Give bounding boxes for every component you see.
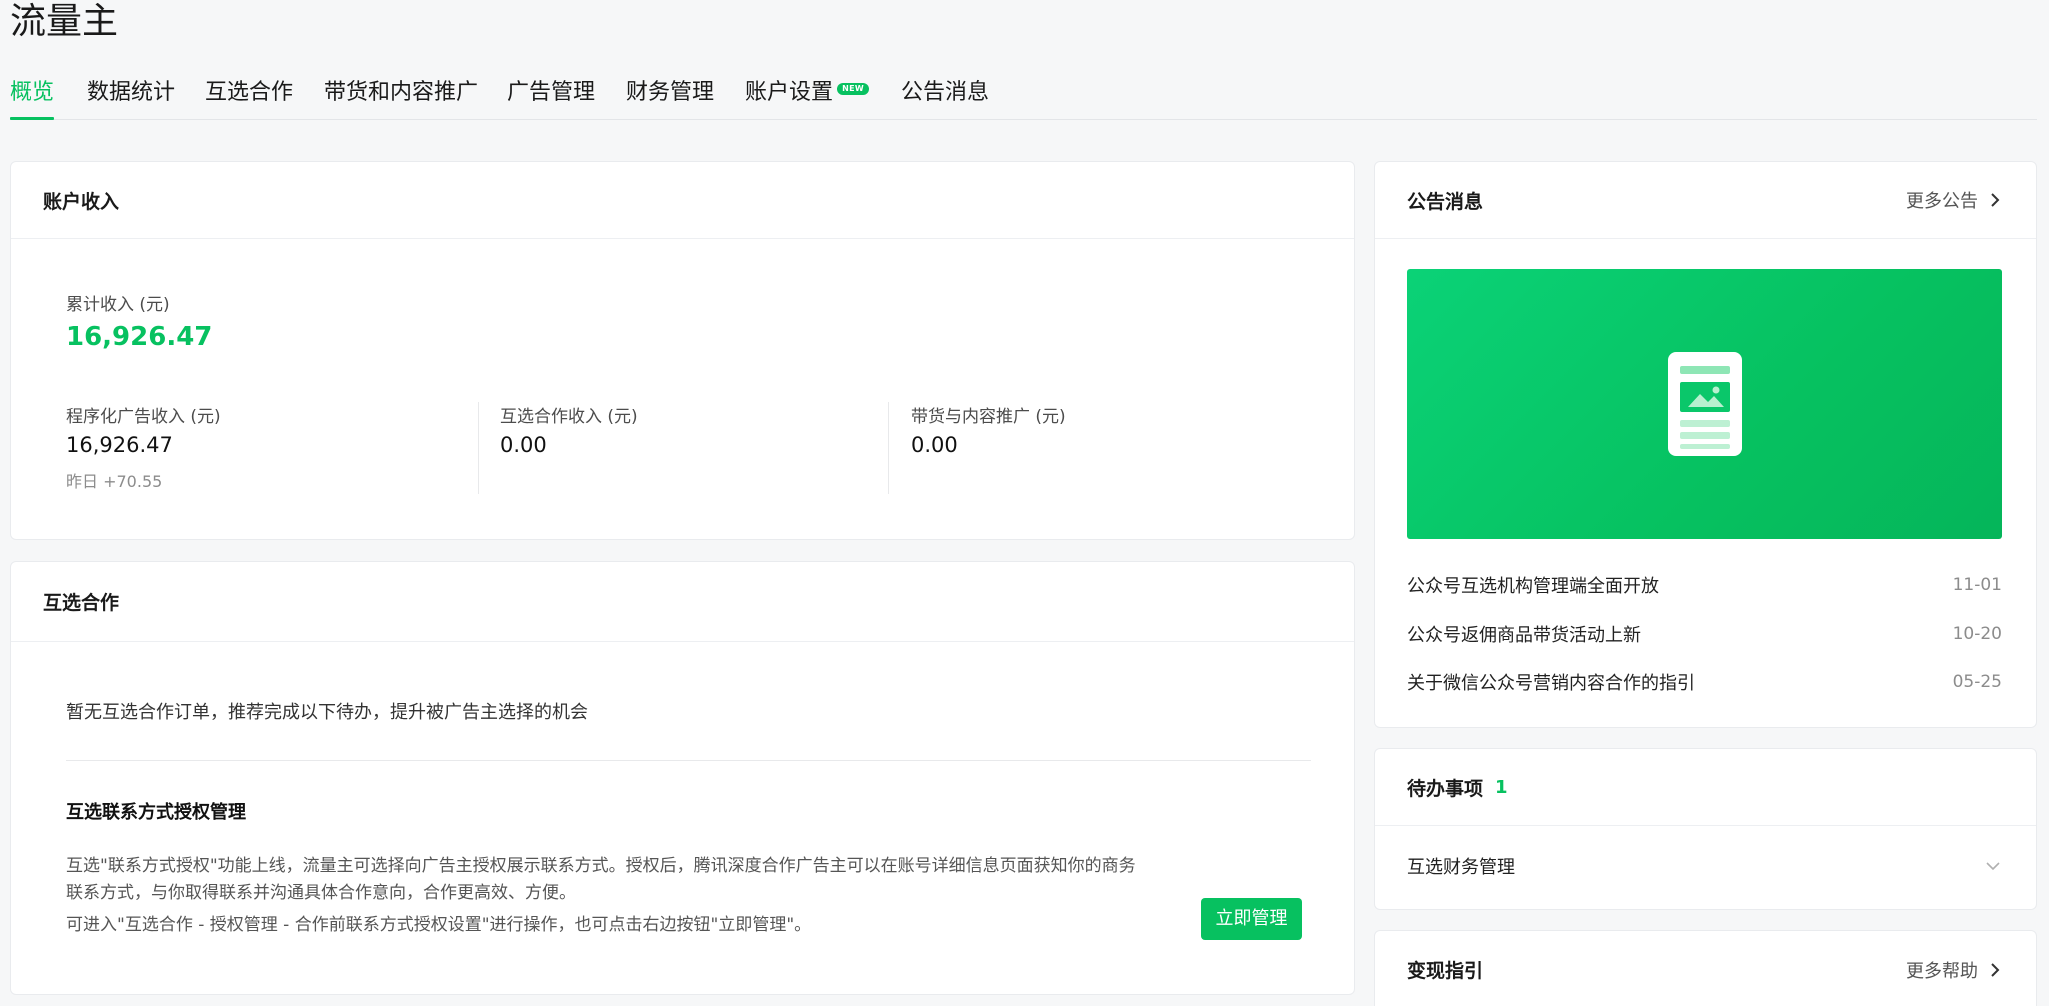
announcements-card-header: 公告消息 更多公告 xyxy=(1375,162,2036,239)
tab-ad-management[interactable]: 广告管理 xyxy=(507,75,595,120)
todo-item-label: 互选财务管理 xyxy=(1407,857,1515,878)
cooperation-card-title: 互选合作 xyxy=(43,592,120,614)
income-card-title: 账户收入 xyxy=(43,190,120,213)
tab-data-statistics[interactable]: 数据统计 xyxy=(87,75,175,120)
divider xyxy=(478,402,479,494)
tab-sales-promotion[interactable]: 带货和内容推广 xyxy=(324,75,478,120)
yesterday-change: 昨日 +70.55 xyxy=(66,472,163,491)
announcement-banner[interactable] xyxy=(1407,269,2002,539)
task-title: 互选联系方式授权管理 xyxy=(66,802,246,823)
more-help-link[interactable]: 更多帮助 xyxy=(1906,957,2004,983)
new-badge: NEW xyxy=(837,83,870,95)
announcement-date: 05-25 xyxy=(1952,672,2002,692)
guide-card-title: 变现指引 xyxy=(1407,960,1484,982)
chevron-down-icon xyxy=(1986,862,2000,871)
todo-card-header: 待办事项 1 xyxy=(1375,749,2036,826)
more-announcements-link[interactable]: 更多公告 xyxy=(1906,187,2004,213)
programmatic-ad-income-label: 程序化广告收入 (元) xyxy=(66,407,221,427)
announcement-title: 公众号返佣商品带货活动上新 xyxy=(1407,625,1641,646)
announcement-item[interactable]: 关于微信公众号营销内容合作的指引 05-25 xyxy=(1407,667,2002,697)
task-desc-line3: 可进入"互选合作 - 授权管理 - 合作前联系方式授权设置"进行操作，也可点击右… xyxy=(66,915,812,935)
announcement-title: 关于微信公众号营销内容合作的指引 xyxy=(1407,673,1695,694)
todo-item[interactable]: 互选财务管理 xyxy=(1407,849,2002,883)
chevron-right-icon xyxy=(1991,193,2000,207)
top-nav: 概览 数据统计 互选合作 带货和内容推广 广告管理 财务管理 账户设置 NEW … xyxy=(10,75,2037,120)
guide-card: 变现指引 更多帮助 xyxy=(1374,930,2037,1006)
income-card-header: 账户收入 xyxy=(11,162,1354,239)
cooperation-empty-text: 暂无互选合作订单，推荐完成以下待办，提升被广告主选择的机会 xyxy=(66,702,588,723)
tab-account-settings[interactable]: 账户设置 NEW xyxy=(745,75,870,120)
sales-promotion-income-label: 带货与内容推广 (元) xyxy=(911,407,1066,427)
guide-card-header: 变现指引 更多帮助 xyxy=(1375,931,2036,1006)
announcement-title: 公众号互选机构管理端全面开放 xyxy=(1407,576,1659,597)
more-help-label: 更多帮助 xyxy=(1906,960,1978,982)
more-announcements-label: 更多公告 xyxy=(1906,191,1978,212)
tab-account-settings-label: 账户设置 xyxy=(745,80,834,105)
announcements-card-title: 公告消息 xyxy=(1407,190,1484,213)
task-desc-line1: 互选"联系方式授权"功能上线，流量主可选择向广告主授权展示联系方式。授权后，腾讯… xyxy=(66,856,1136,876)
announcement-item[interactable]: 公众号互选机构管理端全面开放 11-01 xyxy=(1407,570,2002,600)
manage-now-button[interactable]: 立即管理 xyxy=(1201,898,1302,940)
mutual-income-value: 0.00 xyxy=(500,433,547,457)
announcements-card: 公告消息 更多公告 公众号互选机构管理端全面开放 11-01 公众号返佣商品带货… xyxy=(1374,161,2037,728)
mutual-income-label: 互选合作收入 (元) xyxy=(500,407,638,427)
divider xyxy=(66,760,1311,761)
cooperation-card: 互选合作 暂无互选合作订单，推荐完成以下待办，提升被广告主选择的机会 互选联系方… xyxy=(10,561,1355,995)
total-income-value: 16,926.47 xyxy=(66,322,213,352)
todo-count-badge: 1 xyxy=(1495,776,1508,798)
tab-overview[interactable]: 概览 xyxy=(10,75,55,120)
page-title: 流量主 xyxy=(10,1,119,42)
todo-card: 待办事项 1 互选财务管理 xyxy=(1374,748,2037,910)
task-desc-line2: 联系方式，与你取得联系并沟通具体合作意向，合作更高效、方便。 xyxy=(66,883,576,903)
document-image-icon xyxy=(1668,352,1742,456)
cooperation-card-header: 互选合作 xyxy=(11,562,1354,642)
announcement-date: 11-01 xyxy=(1952,575,2002,595)
total-income-label: 累计收入 (元) xyxy=(66,295,170,315)
income-card: 账户收入 累计收入 (元) 16,926.47 程序化广告收入 (元) 16,9… xyxy=(10,161,1355,540)
announcement-item[interactable]: 公众号返佣商品带货活动上新 10-20 xyxy=(1407,619,2002,649)
divider xyxy=(888,402,889,494)
programmatic-ad-income-value: 16,926.47 xyxy=(66,433,173,457)
chevron-right-icon xyxy=(1991,962,2000,977)
tab-mutual-cooperation[interactable]: 互选合作 xyxy=(205,75,293,120)
announcement-date: 10-20 xyxy=(1952,624,2002,644)
tab-announcements[interactable]: 公告消息 xyxy=(901,75,989,120)
tab-finance-management[interactable]: 财务管理 xyxy=(626,75,714,120)
sales-promotion-income-value: 0.00 xyxy=(911,433,958,457)
todo-card-title: 待办事项 xyxy=(1407,777,1484,800)
